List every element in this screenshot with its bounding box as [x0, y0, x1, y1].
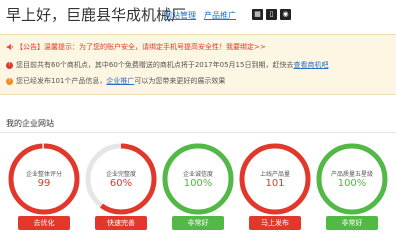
stat-card-integrity: 企业诚信度 100% 非常好	[162, 143, 234, 230]
stat-card-five-star-quality: 产品质量五星级 100% 非常好	[316, 143, 388, 230]
notice-row-announcement: 【公告】 温馨提示：为了您的账户安全，请绑定手机号提高安全性！ 我要绑定>>	[6, 42, 266, 52]
card-label: 企业整体评分	[25, 171, 62, 178]
notice-row-products: ! 您已经发布101个产品信息， 企业推广 可以为您带来更好的展示效果	[6, 76, 225, 86]
notice-panel: 【公告】 温馨提示：为了您的账户安全，请绑定手机号提高安全性！ 我要绑定>> !…	[0, 34, 396, 95]
link-site-manage[interactable]: 网站管理	[164, 10, 196, 21]
alert-icon: !	[6, 61, 13, 69]
header: 早上好，巨鹿县华成机械厂 网站管理 产品推广 ▦ ▯ ◉	[0, 0, 396, 34]
notice-row-leads: ! 您目前共有60个商机点，其中60个免费赠送的商机点将于2017年05月15日…	[6, 60, 328, 70]
quality-status-button[interactable]: 非常好	[326, 216, 378, 230]
bind-phone-link[interactable]: 我要绑定>>	[226, 42, 266, 52]
notice-tag: 【公告】	[16, 43, 44, 51]
products-text: 您已经发布101个产品信息，	[16, 77, 107, 85]
optimize-button[interactable]: 去优化	[18, 216, 70, 230]
section-title: 我的企业网站	[6, 119, 54, 128]
view-leads-link[interactable]: 查看商机吧	[293, 60, 328, 70]
leads-text: 您目前共有60个商机点，其中60个免费赠送的商机点将于2017年05月15日到期…	[16, 61, 294, 69]
info-icon: !	[6, 77, 13, 85]
quick-complete-button[interactable]: 快速完善	[95, 216, 147, 230]
products-text-tail: 可以为您带来更好的展示效果	[134, 77, 226, 85]
score-ring: 企业完整度 60%	[85, 143, 157, 215]
score-ring: 企业诚信度 100%	[162, 143, 234, 215]
card-label: 产品质量五星级	[330, 171, 373, 178]
card-label: 上线产品量	[259, 171, 290, 178]
score-ring: 企业整体评分 99	[8, 143, 80, 215]
notice-warning-text: 温馨提示：为了您的账户安全，请绑定手机号提高安全性！	[44, 43, 226, 51]
weibo-icon[interactable]: ◉	[280, 9, 291, 20]
header-icons: ▦ ▯ ◉	[252, 9, 291, 20]
card-value: 100%	[337, 178, 367, 189]
mobile-icon[interactable]: ▯	[266, 9, 277, 20]
speaker-icon	[6, 43, 13, 51]
card-value: 100%	[183, 178, 213, 189]
card-label: 企业诚信度	[182, 171, 213, 178]
integrity-status-button[interactable]: 非常好	[172, 216, 224, 230]
publish-now-button[interactable]: 马上发布	[249, 216, 301, 230]
greeting-title: 早上好，巨鹿县华成机械厂	[6, 6, 187, 24]
stat-card-overall-score: 企业整体评分 99 去优化	[8, 143, 80, 230]
link-product-promote[interactable]: 产品推广	[204, 10, 236, 21]
card-label: 企业完整度	[105, 171, 136, 178]
card-value: 60%	[109, 178, 133, 189]
score-ring: 产品质量五星级 100%	[316, 143, 388, 215]
qr-icon[interactable]: ▦	[252, 9, 263, 20]
stat-card-products-online: 上线产品量 101 马上发布	[239, 143, 311, 230]
promote-link[interactable]: 企业推广	[106, 76, 134, 86]
section-divider	[0, 132, 396, 133]
card-value: 99	[37, 178, 51, 189]
card-value: 101	[265, 178, 285, 189]
stat-card-completeness: 企业完整度 60% 快速完善	[85, 143, 157, 230]
score-ring: 上线产品量 101	[239, 143, 311, 215]
